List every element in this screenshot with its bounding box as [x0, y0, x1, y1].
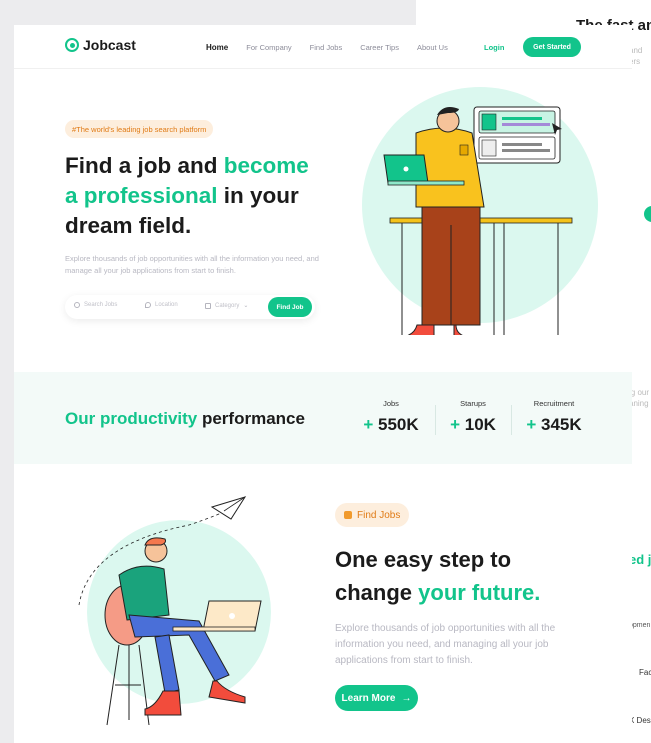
get-started-button[interactable]: Get Started	[523, 37, 581, 57]
logo[interactable]: Jobcast	[65, 37, 136, 53]
hero-title-part: Find a job and	[65, 153, 224, 178]
stat-recruitment: Recruitment + 345K	[519, 399, 589, 435]
ghost-text: ed jo	[629, 552, 651, 567]
stat-plus: +	[450, 415, 460, 434]
stat-label: Recruitment	[533, 399, 575, 408]
feature-title: One easy step to change your future.	[335, 543, 595, 609]
logo-icon	[65, 38, 79, 52]
location-placeholder: Location	[155, 302, 178, 308]
stat-value: + 345K	[519, 415, 589, 435]
stats-title: Our productivity performance	[65, 409, 305, 429]
search-jobs-input[interactable]: Search Jobs	[74, 302, 117, 308]
hero-title-highlight: become	[223, 153, 309, 178]
ghost-text: ig our	[629, 388, 650, 397]
stat-divider	[435, 405, 436, 435]
stat-number: 10K	[464, 415, 496, 434]
category-placeholder: Category	[215, 302, 240, 309]
paper-plane-icon	[210, 496, 247, 520]
hero-title-part: dream field.	[65, 213, 192, 238]
top-nav: Jobcast Home For Company Find Jobs Caree…	[14, 25, 632, 69]
find-jobs-badge-label: Find Jobs	[357, 509, 401, 521]
learn-more-button[interactable]: Learn More →	[335, 685, 418, 711]
feature-illustration	[78, 496, 271, 726]
search-jobs-placeholder: Search Jobs	[84, 302, 118, 308]
hero-title-part: in your	[217, 183, 299, 208]
logo-text: Jobcast	[83, 37, 136, 53]
nav-link-career-tips[interactable]: Career Tips	[360, 43, 399, 52]
feature-title-line: change	[335, 580, 419, 605]
feature-title-line: One easy step to	[335, 547, 512, 572]
find-job-button[interactable]: Find Job	[268, 297, 312, 317]
briefcase-icon	[344, 511, 352, 519]
ghost-text: opmen	[629, 622, 651, 629]
stat-number: 345K	[541, 415, 582, 434]
feature-subtitle: Explore thousands of job opportunities w…	[335, 623, 556, 666]
stats-title-rest: performance	[197, 409, 305, 428]
nav-links: Home For Company Find Jobs Career Tips A…	[206, 43, 466, 52]
stat-jobs: Jobs + 550K	[356, 399, 426, 435]
stat-divider	[511, 405, 512, 435]
stat-startups: Starups + 10K	[438, 399, 508, 435]
stat-number: 550K	[378, 415, 419, 434]
stats-title-highlight: Our productivity	[65, 409, 198, 428]
feature-title-highlight: your future.	[418, 580, 541, 605]
location-input[interactable]: Location	[145, 302, 178, 308]
stats-section: Our productivity performance Jobs + 550K…	[14, 372, 632, 464]
nav-link-for-company[interactable]: For Company	[246, 43, 291, 52]
nav-link-find-jobs[interactable]: Find Jobs	[310, 43, 343, 52]
learn-more-label: Learn More	[341, 692, 396, 704]
find-jobs-badge: Find Jobs	[335, 503, 410, 527]
hero-title: Find a job and become a professional in …	[65, 151, 325, 241]
hero-subtitle: Explore thousands of job opportunities w…	[65, 254, 319, 275]
stat-value: + 10K	[438, 415, 508, 435]
stat-value: + 550K	[356, 415, 426, 435]
stat-plus: +	[363, 415, 374, 434]
stat-plus: +	[526, 415, 537, 434]
profile-cards-panel	[473, 106, 562, 164]
hero-illustration	[362, 87, 598, 335]
hero-title-highlight: a professional	[65, 183, 218, 208]
nav-link-about-us[interactable]: About Us	[417, 43, 448, 52]
ghost-text: X Des	[629, 716, 651, 725]
arrow-right-icon: →	[401, 692, 412, 704]
landing-page: Jobcast Home For Company Find Jobs Caree…	[14, 25, 632, 743]
stat-label: Starups	[460, 399, 486, 408]
job-search-bar: Search Jobs Location Category ⌄ Find Job	[65, 295, 315, 319]
chevron-down-icon: ⌄	[243, 303, 249, 309]
category-select[interactable]: Category ⌄	[205, 302, 248, 309]
category-icon	[205, 302, 211, 309]
nav-link-home[interactable]: Home	[206, 43, 228, 52]
location-pin-icon	[145, 302, 151, 308]
ghost-text: Fac	[639, 668, 651, 677]
background-accent-shape	[644, 206, 651, 222]
stat-label: Jobs	[383, 399, 399, 408]
login-link[interactable]: Login	[484, 43, 504, 52]
search-icon	[74, 302, 80, 308]
tagline-badge: #The world's leading job search platform	[65, 120, 214, 138]
